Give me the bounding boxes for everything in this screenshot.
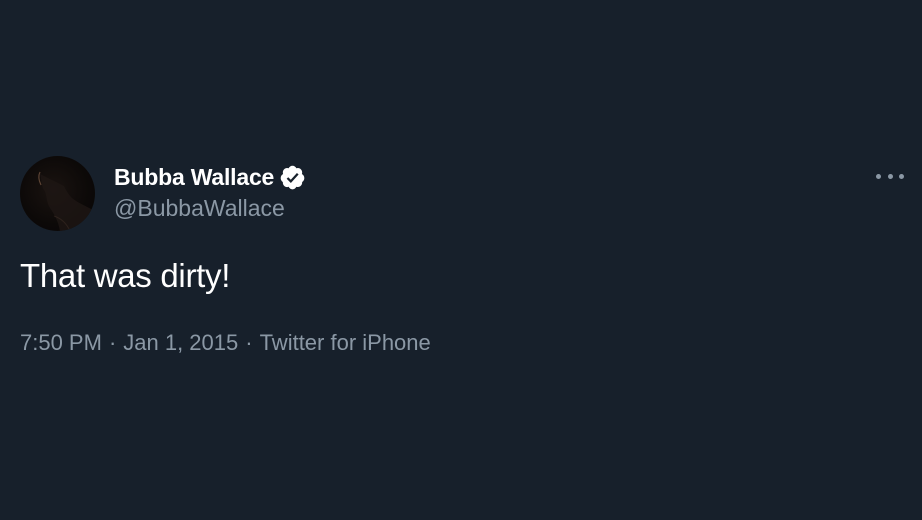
tweet-timestamp-time[interactable]: 7:50 PM — [20, 330, 102, 355]
tweet-text: That was dirty! — [20, 257, 231, 294]
more-options-icon[interactable] — [876, 168, 904, 184]
avatar-image — [38, 171, 95, 231]
author-identity: Bubba Wallace @BubbaWallace — [114, 162, 306, 222]
more-dot — [899, 173, 904, 179]
meta-separator: · — [108, 330, 117, 355]
tweet-page: Bubba Wallace @BubbaWallace That was dir… — [0, 0, 922, 520]
tweet-source[interactable]: Twitter for iPhone — [260, 330, 431, 355]
author-handle[interactable]: @BubbaWallace — [114, 195, 306, 222]
avatar[interactable] — [20, 156, 95, 231]
tweet-timestamp-date[interactable]: Jan 1, 2015 — [123, 330, 238, 355]
author-display-name[interactable]: Bubba Wallace — [114, 164, 274, 191]
verified-badge-icon — [279, 164, 306, 191]
tweet-metadata: 7:50 PM · Jan 1, 2015 · Twitter for iPhone — [20, 330, 431, 356]
author-name-row: Bubba Wallace — [114, 162, 306, 192]
meta-separator: · — [245, 330, 253, 355]
more-dot — [876, 173, 881, 179]
more-dot — [887, 173, 893, 179]
